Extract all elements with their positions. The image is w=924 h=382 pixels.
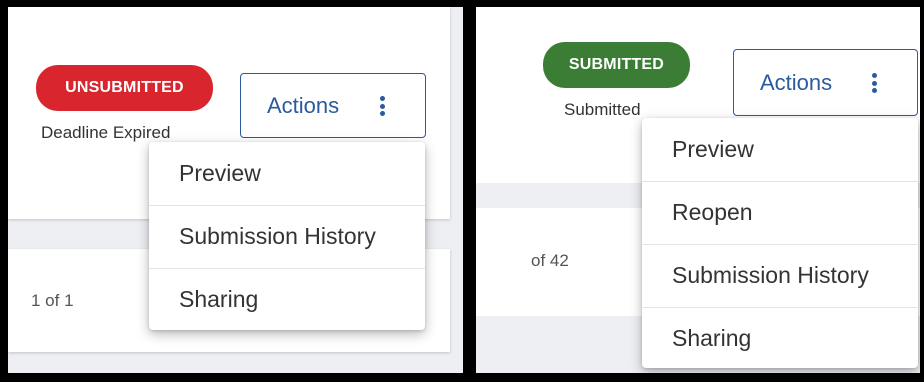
menu-item-reopen[interactable]: Reopen	[642, 181, 918, 243]
status-text: Submitted	[564, 100, 641, 119]
submitted-status-badge: SUBMITTED	[543, 42, 690, 88]
menu-item-sharing[interactable]: Sharing	[642, 307, 918, 369]
actions-button-label: Actions	[267, 92, 340, 118]
status-text: Deadline Expired	[41, 123, 171, 142]
left-panel: UNSUBMITTED Deadline Expired Actions 1 o…	[8, 7, 463, 373]
kebab-vertical-icon	[872, 73, 877, 93]
actions-dropdown-menu: Preview Reopen Submission History Sharin…	[642, 118, 918, 368]
pagination-text: of 42	[531, 251, 569, 270]
kebab-vertical-icon	[380, 96, 385, 116]
menu-item-submission-history[interactable]: Submission History	[149, 205, 425, 267]
menu-item-preview[interactable]: Preview	[642, 118, 918, 180]
actions-button-label: Actions	[760, 69, 833, 95]
actions-dropdown-menu: Preview Submission History Sharing	[149, 142, 425, 330]
menu-item-submission-history[interactable]: Submission History	[642, 244, 918, 306]
menu-item-sharing[interactable]: Sharing	[149, 268, 425, 330]
pagination-text: 1 of 1	[31, 291, 74, 310]
unsubmitted-status-badge: UNSUBMITTED	[36, 65, 213, 111]
actions-button[interactable]: Actions	[240, 73, 426, 138]
menu-item-preview[interactable]: Preview	[149, 142, 425, 204]
right-panel: SUBMITTED Submitted Actions of 42 Previe…	[476, 7, 920, 373]
actions-button[interactable]: Actions	[733, 49, 918, 116]
